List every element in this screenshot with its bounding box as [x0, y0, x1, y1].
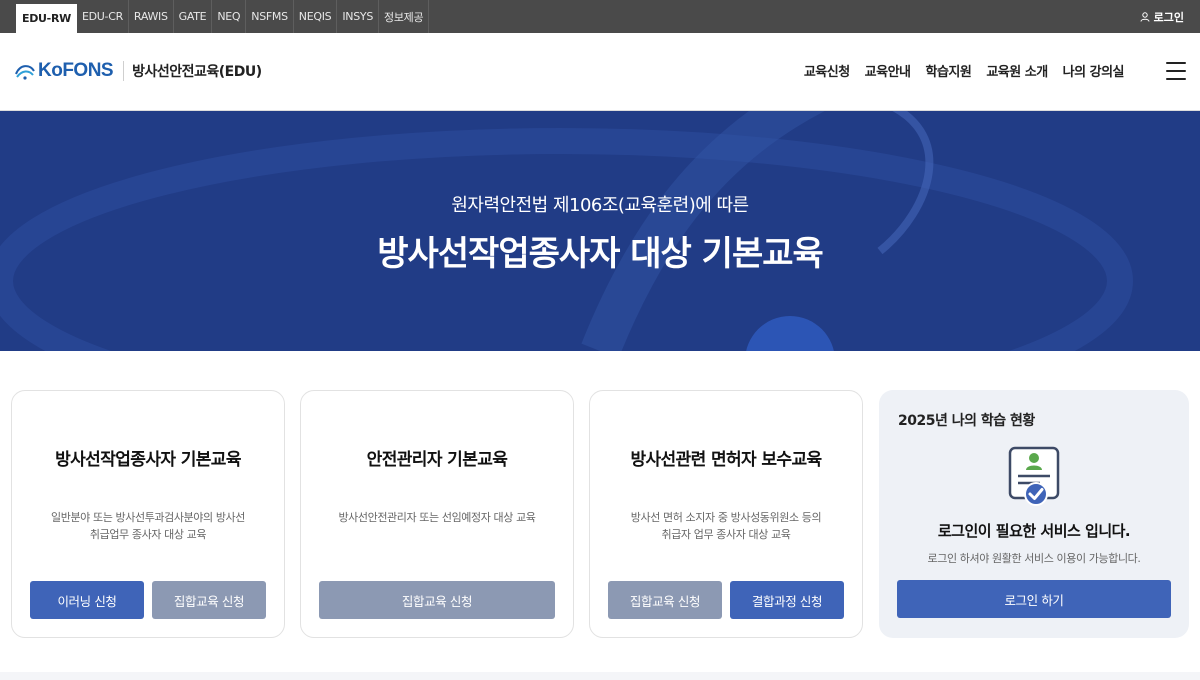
- course-card-description: 방사선안전관리자 또는 선임예정자 대상 교육: [315, 509, 559, 526]
- top-login-label: 로그인: [1153, 10, 1184, 24]
- system-tabs: EDU-RW EDU-CR RAWIS GATE NEQ NSFMS NEQIS…: [0, 0, 430, 33]
- course-card-description: 일반분야 또는 방사선투과검사분야의 방사선 취급업무 종사자 대상 교육: [26, 509, 270, 543]
- login-required-message: 로그인이 필요한 서비스 입니다.: [937, 522, 1131, 540]
- combined-course-apply-button[interactable]: 결합과정 신청: [730, 581, 844, 619]
- hero-subtitle: 원자력안전법 제106조(교육훈련)에 따른: [451, 195, 749, 216]
- course-card-title: 방사선작업종사자 기본교육: [55, 450, 241, 470]
- main-nav: 교육신청 교육안내 학습지원 교육원 소개 나의 강의실: [804, 61, 1125, 80]
- system-tab-neq[interactable]: NEQ: [212, 0, 247, 33]
- course-card-desc-line: 일반분야 또는 방사선투과검사분야의 방사선: [51, 511, 245, 524]
- nav-guide[interactable]: 교육안내: [865, 61, 911, 80]
- learning-status-panel: 2025년 나의 학습 현황 로그인이 필요한 서비스 입니다. 로그인 하셔야…: [879, 390, 1189, 638]
- course-card-safety-manager: 안전관리자 기본교육 방사선안전관리자 또는 선임예정자 대상 교육 집합교육 …: [300, 390, 574, 638]
- site-name: 방사선안전교육(EDU): [132, 64, 262, 80]
- login-required-note: 로그인 하셔야 원활한 서비스 이용이 가능합니다.: [927, 552, 1141, 565]
- system-bar: EDU-RW EDU-CR RAWIS GATE NEQ NSFMS NEQIS…: [0, 0, 1200, 33]
- nav-apply[interactable]: 교육신청: [804, 61, 850, 80]
- site-header: KoFONS 방사선안전교육(EDU) 교육신청 교육안내 학습지원 교육원 소…: [0, 33, 1200, 111]
- user-icon: [1140, 11, 1150, 22]
- elearning-apply-button[interactable]: 이러닝 신청: [30, 581, 144, 619]
- course-card-desc-line: 방사선안전관리자 또는 선임예정자 대상 교육: [338, 511, 536, 524]
- nav-about[interactable]: 교육원 소개: [986, 61, 1048, 80]
- system-tab-rawis[interactable]: RAWIS: [129, 0, 174, 33]
- group-training-apply-button[interactable]: 집합교육 신청: [152, 581, 266, 619]
- learning-status-title: 2025년 나의 학습 현황: [898, 413, 1035, 429]
- group-training-apply-button[interactable]: 집합교육 신청: [608, 581, 722, 619]
- page-bottom-strip: [0, 672, 1200, 680]
- system-tab-info[interactable]: 정보제공: [379, 0, 430, 33]
- top-login-link[interactable]: 로그인: [1140, 0, 1200, 33]
- hero-banner: 원자력안전법 제106조(교육훈련)에 따른 방사선작업종사자 대상 기본교육: [0, 111, 1200, 351]
- system-tab-neqis[interactable]: NEQIS: [294, 0, 338, 33]
- course-card-title: 방사선관련 면허자 보수교육: [630, 450, 822, 470]
- course-card-desc-line: 취급업무 종사자 대상 교육: [89, 528, 207, 541]
- logo-text: KoFONS: [38, 60, 114, 81]
- course-card-title: 안전관리자 기본교육: [366, 450, 508, 470]
- kofons-logo-icon: [15, 65, 35, 80]
- system-tab-edu-cr[interactable]: EDU-CR: [77, 0, 129, 33]
- group-training-apply-button[interactable]: 집합교육 신청: [319, 581, 555, 619]
- hero-title: 방사선작업종사자 대상 기본교육: [377, 234, 824, 274]
- course-card-description: 방사선 면허 소지자 중 방사성동위원소 등의 취급자 업무 종사자 대상 교육: [604, 509, 848, 543]
- system-tab-insys[interactable]: INSYS: [337, 0, 380, 33]
- certificate-check-icon: [1008, 446, 1060, 506]
- course-card-licensee: 방사선관련 면허자 보수교육 방사선 면허 소지자 중 방사성동위원소 등의 취…: [589, 390, 863, 638]
- site-logo[interactable]: KoFONS 방사선안전교육(EDU): [14, 60, 262, 82]
- nav-my-classroom[interactable]: 나의 강의실: [1063, 61, 1125, 80]
- system-tab-edu-rw[interactable]: EDU-RW: [16, 4, 77, 33]
- course-card-desc-line: 취급자 업무 종사자 대상 교육: [661, 528, 791, 541]
- logo-divider: [123, 61, 125, 81]
- system-tab-nsfms[interactable]: NSFMS: [246, 0, 294, 33]
- nav-support[interactable]: 학습지원: [926, 61, 972, 80]
- course-card-worker: 방사선작업종사자 기본교육 일반분야 또는 방사선투과검사분야의 방사선 취급업…: [11, 390, 285, 638]
- hamburger-menu-icon[interactable]: [1166, 62, 1186, 80]
- course-card-desc-line: 방사선 면허 소지자 중 방사성동위원소 등의: [630, 511, 822, 524]
- system-tab-gate[interactable]: GATE: [174, 0, 213, 33]
- login-button[interactable]: 로그인 하기: [897, 580, 1171, 618]
